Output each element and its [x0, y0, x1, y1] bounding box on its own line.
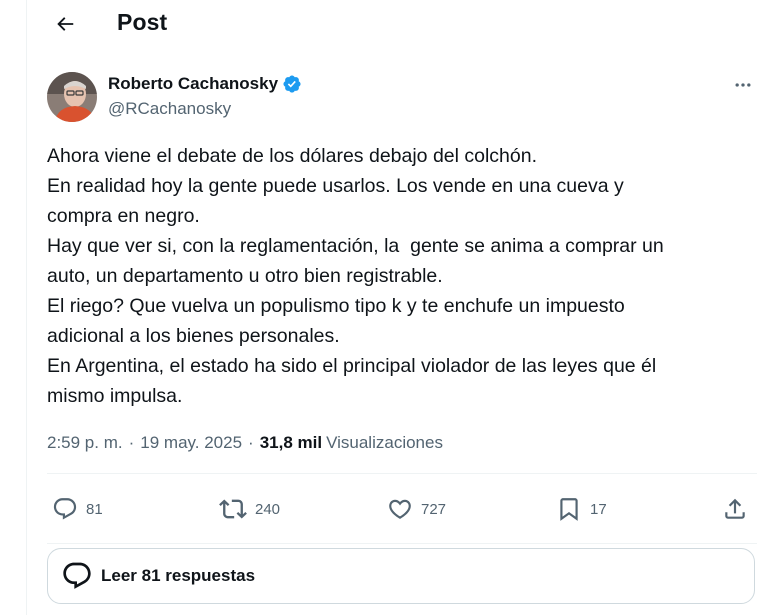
tweet-time[interactable]: 2:59 p. m. [47, 433, 123, 453]
like-count: 727 [421, 500, 447, 518]
author-handle[interactable]: @RCachanosky [108, 99, 231, 119]
reply-icon [63, 562, 91, 589]
author-name[interactable]: Roberto Cachanosky [108, 74, 302, 94]
author-name-text: Roberto Cachanosky [108, 74, 279, 93]
read-replies-label: Leer 81 respuestas [101, 566, 256, 585]
tweet-line: Hay que ver si, con la reglamentación, l… [47, 235, 664, 257]
arrow-left-icon [57, 17, 74, 31]
meta-separator: · [128, 433, 135, 452]
tweet-line: mismo impulsa. [47, 385, 183, 407]
avatar-photo-icon [47, 72, 97, 122]
column-border [26, 0, 27, 615]
meta-separator: · [248, 433, 254, 452]
bookmark-button[interactable]: 17 [556, 493, 607, 525]
tweet-line: En Argentina, el estado ha sido el princ… [47, 355, 657, 377]
reply-icon [53, 498, 77, 520]
heart-icon [389, 499, 411, 519]
page-title: Post [117, 9, 168, 35]
views-count[interactable]: 31,8 mil [260, 433, 322, 453]
bookmark-count: 17 [590, 500, 607, 518]
more-options-button[interactable] [728, 72, 758, 98]
verified-badge-icon[interactable] [282, 74, 302, 94]
divider [47, 473, 757, 474]
page-header: Post [27, 0, 768, 50]
tweet-line: En realidad hoy la gente puede usarlos. … [47, 175, 624, 197]
repost-count: 240 [255, 500, 281, 518]
like-button[interactable]: 727 [387, 493, 446, 525]
tweet-line: El riego? Que vuelva un populismo tipo k… [47, 295, 625, 317]
reply-count: 81 [86, 500, 103, 518]
tweet-text: Ahora viene el debate de los dólares deb… [47, 141, 747, 411]
views-label[interactable]: Visualizaciones [326, 433, 443, 453]
repost-button[interactable]: 240 [219, 493, 280, 525]
back-button[interactable] [47, 6, 83, 42]
avatar[interactable] [47, 72, 97, 122]
tweet-line: adicional a los bienes personales. [47, 325, 340, 347]
share-icon [725, 498, 745, 519]
tweet-date[interactable]: 19 may. 2025 [140, 433, 242, 453]
more-dots-icon [735, 83, 751, 87]
bookmark-icon [560, 498, 578, 521]
share-button[interactable] [722, 493, 748, 525]
replies-icon-wrap [60, 559, 94, 593]
tweet-line: compra en negro. [47, 205, 200, 227]
reply-button[interactable]: 81 [52, 493, 103, 525]
tweet-meta: 2:59 p. m. · 19 may. 2025 · 31,8 mil Vis… [47, 433, 443, 453]
tweet-line: auto, un departamento u otro bien regist… [47, 265, 443, 287]
repost-icon [219, 499, 247, 519]
divider [47, 543, 757, 544]
read-replies-button[interactable]: Leer 81 respuestas [47, 548, 755, 604]
tweet-line: Ahora viene el debate de los dólares deb… [47, 145, 538, 167]
